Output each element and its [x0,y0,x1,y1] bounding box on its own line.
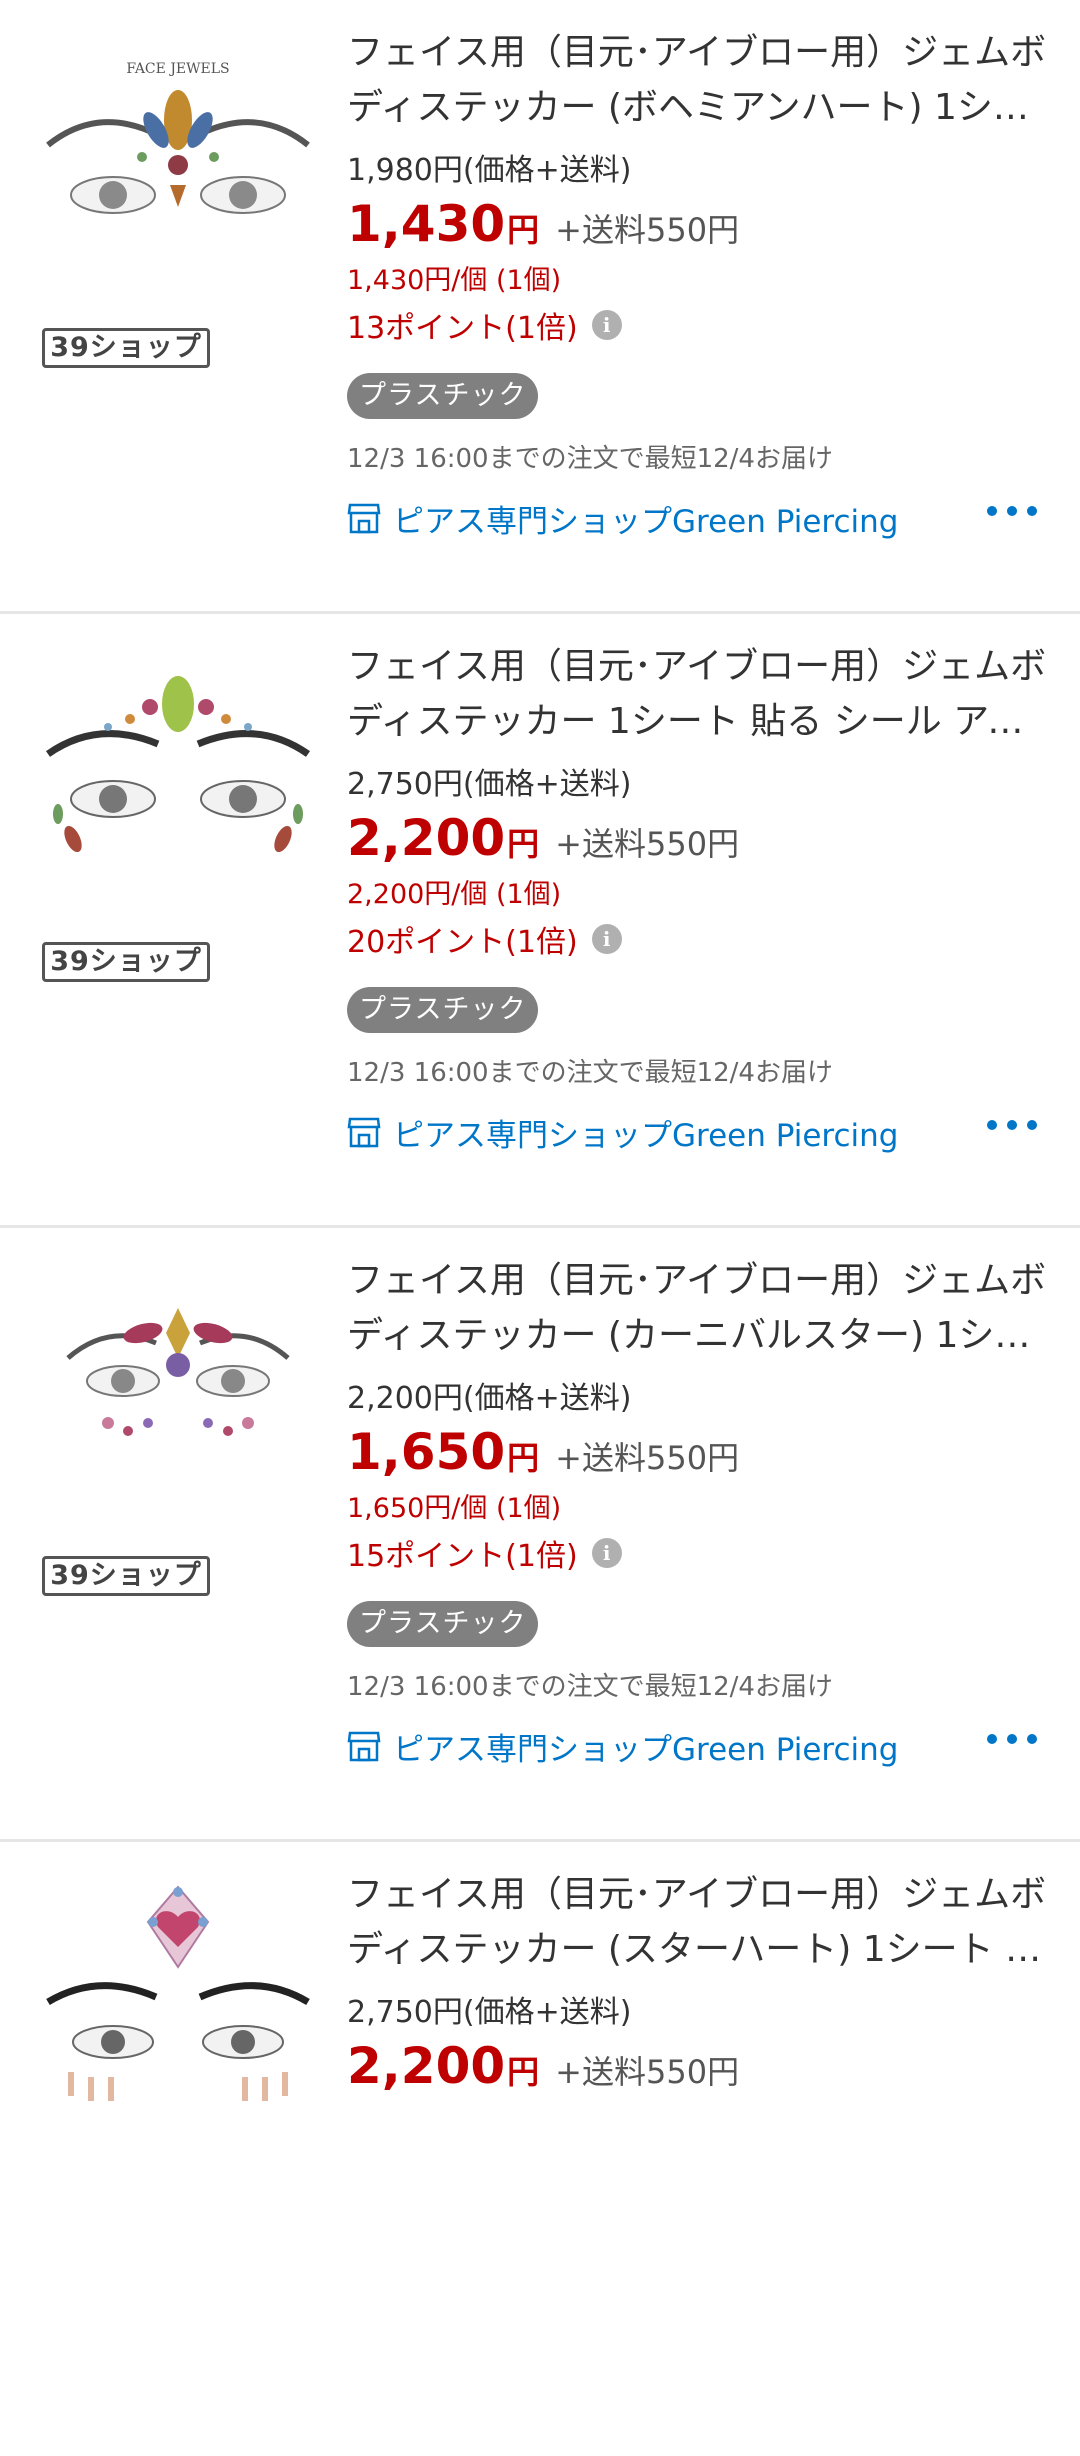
points-label: 20ポイント(1倍) [347,925,578,960]
store-icon [347,1731,381,1762]
total-price: 2,750円(価格+送料) [347,1995,632,2030]
store-icon [347,1117,381,1148]
price-value: 1,650 [347,1423,506,1481]
material-tag: プラスチック [347,987,539,1033]
price-row: 1,650 円 +送料550円 [347,1423,1047,1483]
product-title[interactable]: フェイス用（目元･アイブロー用）ジェムボディステッカー (カーニバルスター) 1… [347,1253,1047,1363]
store-icon [347,503,381,534]
price-currency: 円 [507,825,540,863]
points-row: 13ポイント(1倍) i [347,301,1047,349]
product-image[interactable] [38,649,318,879]
face-jewels-icon [66,1308,290,1436]
price-currency: 円 [507,211,540,249]
product-title[interactable]: フェイス用（目元･アイブロー用）ジェムボディステッカー (ボヘミアンハート) 1… [347,25,1047,135]
points-label: 15ポイント(1倍) [347,1539,578,1574]
delivery-info: 12/3 16:00までの注文で最短12/4お届け [347,444,833,474]
shipping-fee: +送料550円 [555,211,740,249]
price-value: 2,200 [347,809,506,867]
delivery-info: 12/3 16:00までの注文で最短12/4お届け [347,1058,833,1088]
unit-price: 2,200円/個 (1個) [347,879,562,910]
product-title[interactable]: フェイス用（目元･アイブロー用）ジェムボディステッカー 1シート 貼る シール … [347,639,1047,749]
info-icon[interactable]: i [591,924,622,954]
39-shop-badge: 39ショップ [42,1556,210,1596]
shop-link[interactable]: ピアス専門ショップGreen Piercing [347,1723,1047,1769]
unit-price: 1,650円/個 (1個) [347,1493,562,1524]
product-info: フェイス用（目元･アイブロー用）ジェムボディステッカー 1シート 貼る シール … [347,639,1047,1155]
shipping-fee: +送料550円 [555,1439,740,1477]
more-options-icon[interactable] [987,1115,1037,1135]
39-shop-badge: 39ショップ [42,942,210,982]
unit-price: 1,430円/個 (1個) [347,265,562,296]
more-options-icon[interactable] [987,501,1037,521]
face-jewels-icon: FACE JEWELS [46,61,310,214]
info-icon[interactable]: i [591,1538,622,1568]
product-title[interactable]: フェイス用（目元･アイブロー用）ジェムボディステッカー (スターハート) 1シー… [347,1867,1047,1977]
shop-link[interactable]: ピアス専門ショップGreen Piercing [347,1109,1047,1155]
shop-name[interactable]: ピアス専門ショップGreen Piercing [393,496,898,541]
info-icon[interactable]: i [591,310,622,340]
price-row: 2,200 円 +送料550円 [347,809,1047,869]
material-tag: プラスチック [347,1601,539,1647]
face-jewels-icon [46,1885,310,2101]
price-currency: 円 [507,2053,540,2091]
points-row: 20ポイント(1倍) i [347,915,1047,963]
price-value: 2,200 [347,2037,506,2095]
39-shop-badge: 39ショップ [42,328,210,368]
product-card[interactable]: フェイス用（目元･アイブロー用）ジェムボディステッカー (スターハート) 1シー… [0,1842,1080,2456]
search-results-list: FACE JEWELS 39ショップ フェイス用（目元･アイブロー用）ジェムボデ… [0,0,1080,2116]
shop-name[interactable]: ピアス専門ショップGreen Piercing [393,1724,898,1769]
product-info: フェイス用（目元･アイブロー用）ジェムボディステッカー (カーニバルスター) 1… [347,1253,1047,1769]
material-tag: プラスチック [347,373,539,419]
product-card[interactable]: FACE JEWELS 39ショップ フェイス用（目元･アイブロー用）ジェムボデ… [0,0,1080,614]
total-price: 2,750円(価格+送料) [347,767,632,802]
price-currency: 円 [507,1439,540,1477]
product-image[interactable] [38,1877,318,2107]
total-price: 1,980円(価格+送料) [347,153,632,188]
svg-text:FACE JEWELS: FACE JEWELS [126,61,229,77]
product-image[interactable] [38,1263,318,1493]
shipping-fee: +送料550円 [555,825,740,863]
delivery-info: 12/3 16:00までの注文で最短12/4お届け [347,1672,833,1702]
price-row: 1,430 円 +送料550円 [347,195,1047,255]
product-card[interactable]: 39ショップ フェイス用（目元･アイブロー用）ジェムボディステッカー 1シート … [0,614,1080,1228]
product-info: フェイス用（目元･アイブロー用）ジェムボディステッカー (ボヘミアンハート) 1… [347,25,1047,541]
shop-name[interactable]: ピアス専門ショップGreen Piercing [393,1110,898,1155]
price-value: 1,430 [347,195,506,253]
product-image[interactable]: FACE JEWELS [38,35,318,265]
points-row: 15ポイント(1倍) i [347,1529,1047,1577]
shop-link[interactable]: ピアス専門ショップGreen Piercing [347,495,1047,541]
product-card[interactable]: 39ショップ フェイス用（目元･アイブロー用）ジェムボディステッカー (カーニバ… [0,1228,1080,1842]
face-jewels-icon [45,676,311,853]
product-info: フェイス用（目元･アイブロー用）ジェムボディステッカー (スターハート) 1シー… [347,1867,1047,2097]
price-row: 2,200 円 +送料550円 [347,2037,1047,2097]
total-price: 2,200円(価格+送料) [347,1381,632,1416]
more-options-icon[interactable] [987,1729,1037,1749]
shipping-fee: +送料550円 [555,2053,740,2091]
points-label: 13ポイント(1倍) [347,311,578,346]
